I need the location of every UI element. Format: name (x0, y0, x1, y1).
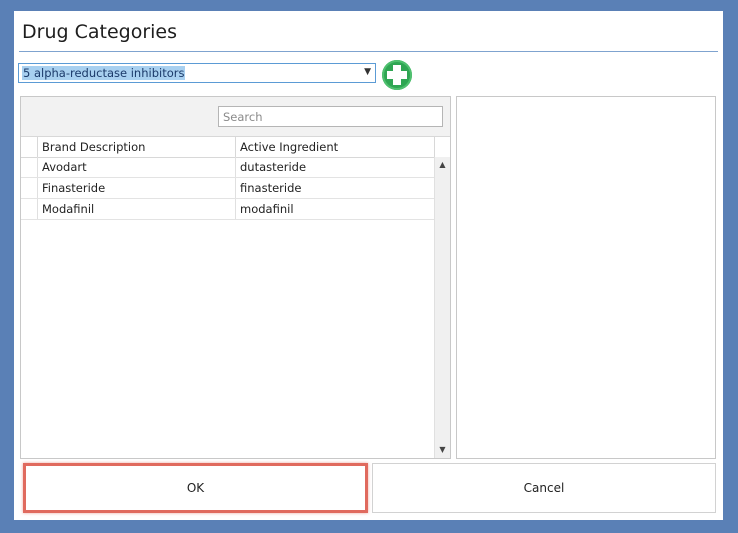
grid-toolbar (21, 97, 450, 137)
table-row[interactable]: Avodart dutasteride (21, 157, 434, 178)
table-row[interactable]: Finasteride finasteride (21, 178, 434, 199)
category-dropdown-value[interactable]: 5 alpha-reductase inhibitors (22, 66, 186, 80)
detail-panel (456, 96, 716, 459)
scroll-up-arrow-icon[interactable]: ▲ (435, 157, 450, 173)
add-category-button[interactable] (382, 60, 412, 90)
category-dropdown[interactable]: 5 alpha-reductase inhibitors ▼ (18, 63, 376, 83)
column-header-active-ingredient[interactable]: Active Ingredient (235, 137, 434, 157)
cell-brand-description[interactable]: Finasteride (37, 178, 235, 198)
cell-active-ingredient[interactable]: finasteride (235, 178, 434, 198)
drug-grid: Brand Description Active Ingredient Avod… (20, 96, 451, 459)
cell-brand-description[interactable]: Modafinil (37, 199, 235, 219)
chevron-down-icon[interactable]: ▼ (364, 67, 371, 77)
cell-active-ingredient[interactable]: modafinil (235, 199, 434, 219)
ok-button[interactable]: OK (23, 463, 368, 513)
column-header-brand-description[interactable]: Brand Description (37, 137, 235, 157)
cell-active-ingredient[interactable]: dutasteride (235, 157, 434, 177)
table-row[interactable]: Modafinil modafinil (21, 199, 434, 220)
search-input[interactable] (218, 106, 443, 127)
cell-brand-description[interactable]: Avodart (37, 157, 235, 177)
title-divider (19, 51, 718, 52)
cancel-button[interactable]: Cancel (372, 463, 716, 513)
grid-header: Brand Description Active Ingredient (21, 137, 450, 158)
grid-vertical-scrollbar[interactable]: ▲ ▼ (434, 157, 450, 458)
drug-categories-dialog: Drug Categories 5 alpha-reductase inhibi… (14, 11, 723, 520)
dialog-title: Drug Categories (22, 21, 177, 43)
scroll-down-arrow-icon[interactable]: ▼ (435, 442, 450, 458)
